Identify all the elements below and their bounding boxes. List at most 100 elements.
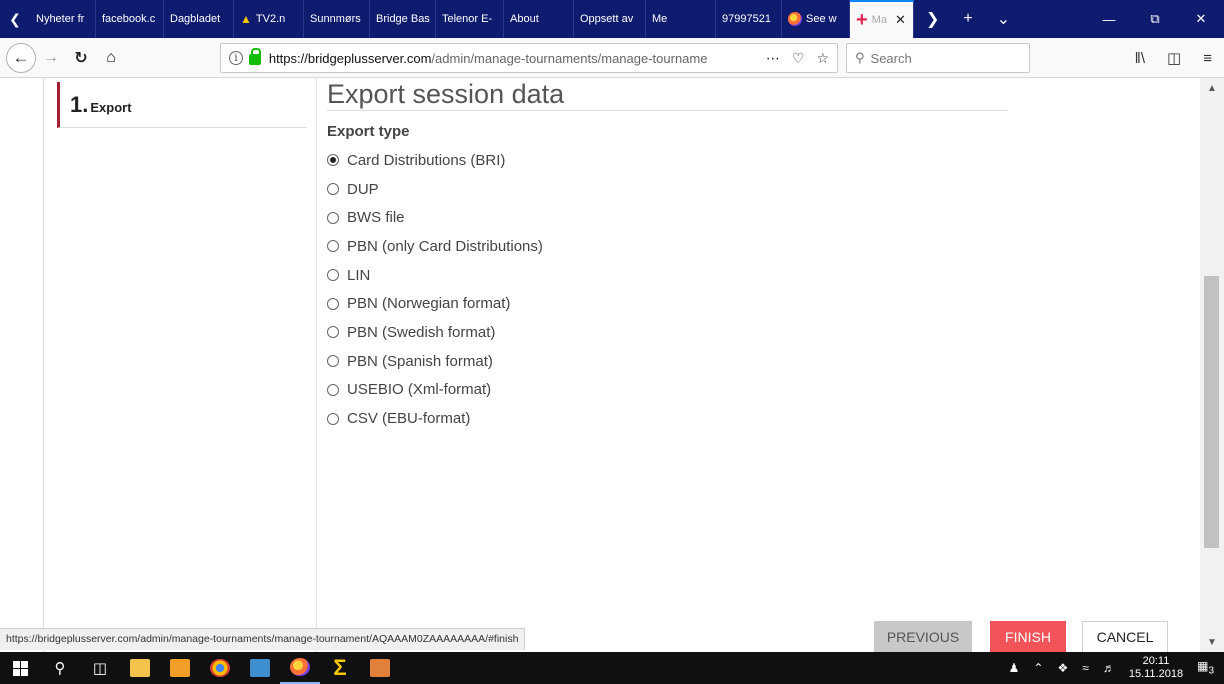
task-view-icon[interactable]: ◫ (80, 652, 120, 684)
new-tab-icon[interactable]: + (951, 10, 984, 28)
finish-button[interactable]: FINISH (990, 621, 1066, 652)
tab-telenor[interactable]: Telenor E- (436, 0, 504, 38)
home-icon[interactable]: ⌂ (96, 49, 126, 67)
tab-manage-active[interactable]: + Ma ✕ (850, 0, 914, 38)
back-arrow-icon[interactable]: ← (6, 42, 36, 73)
firefox-taskbar-icon[interactable] (280, 652, 320, 684)
reload-icon[interactable]: ↻ (66, 48, 96, 68)
tab-bridge-base[interactable]: Bridge Bas (370, 0, 436, 38)
library-icon[interactable]: ‖\ (1135, 50, 1145, 67)
tab-scroll-left-icon[interactable]: ❮ (0, 0, 30, 38)
option-bws-file[interactable]: BWS file (327, 203, 543, 232)
tab-me[interactable]: Me (646, 0, 716, 38)
forward-arrow-icon[interactable]: → (36, 49, 66, 67)
tab-about[interactable]: About (504, 0, 574, 38)
volume-icon[interactable]: ♬ (1103, 661, 1115, 675)
step-number: 1. (70, 91, 89, 117)
time: 20:11 (1142, 655, 1170, 667)
step-label: Export (90, 99, 132, 115)
date: 15.11.2018 (1128, 668, 1184, 680)
url-actions: ⋯ ♡ ☆ (766, 44, 829, 72)
option-card-distributions-bri[interactable]: Card Distributions (BRI) (327, 146, 543, 175)
bookmark-star-icon[interactable]: ☆ (816, 50, 829, 67)
option-dup[interactable]: DUP (327, 175, 543, 204)
step-nav-export[interactable]: 1. Export (57, 82, 307, 128)
wifi-icon[interactable]: ≈ (1082, 661, 1089, 675)
firefox-icon (788, 12, 802, 26)
close-window-icon[interactable]: ✕ (1178, 11, 1224, 27)
option-pbn-swedish[interactable]: PBN (Swedish format) (327, 318, 543, 347)
radio-icon[interactable] (327, 383, 339, 396)
search-icon[interactable]: ⚲ (40, 652, 80, 684)
page-content: 1. Export Export session data Export typ… (0, 78, 1200, 652)
tab-tools: ❯ + ⌄ (914, 0, 1022, 38)
start-button[interactable] (0, 652, 40, 684)
radio-icon[interactable] (327, 355, 339, 368)
info-icon[interactable]: i (229, 51, 243, 65)
tab-nyheter[interactable]: Nyheter fr (30, 0, 96, 38)
bridge-plus-icon: + (856, 9, 868, 31)
tab-oppsett[interactable]: Oppsett av (574, 0, 646, 38)
search-input[interactable]: ⚲ Search (846, 43, 1030, 73)
cancel-button[interactable]: CANCEL (1082, 621, 1168, 652)
file-explorer-icon[interactable] (120, 652, 160, 684)
clock[interactable]: 20:11 15.11.2018 (1129, 655, 1183, 681)
export-type-label: Export type (327, 123, 410, 140)
tab-dagbladet[interactable]: Dagbladet (164, 0, 234, 38)
navigation-bar: ← → ↻ ⌂ i https://bridgeplusserver.com/a… (0, 38, 1224, 78)
restore-icon[interactable]: ⧉ (1132, 11, 1178, 27)
radio-icon[interactable] (327, 240, 339, 253)
radio-icon[interactable] (327, 269, 339, 282)
search-icon: ⚲ (855, 50, 865, 65)
option-pbn-spanish[interactable]: PBN (Spanish format) (327, 347, 543, 376)
previous-button[interactable]: PREVIOUS (874, 621, 972, 652)
tab-see[interactable]: See w (782, 0, 850, 38)
option-usebio[interactable]: USEBIO (Xml-format) (327, 376, 543, 405)
outlook-icon[interactable] (160, 652, 200, 684)
system-tray: ♟ ⌃ ❖ ≈ ♬ 20:11 15.11.2018 ▦3 (1009, 655, 1224, 681)
column-divider (316, 78, 317, 652)
scroll-down-icon[interactable]: ▼ (1200, 632, 1224, 652)
chevron-down-icon[interactable]: ⌄ (985, 9, 1022, 29)
option-pbn-card-distributions[interactable]: PBN (only Card Distributions) (327, 232, 543, 261)
status-url: https://bridgeplusserver.com/admin/manag… (0, 628, 526, 650)
radio-checked-icon[interactable] (327, 154, 339, 167)
chrome-icon[interactable] (200, 652, 240, 684)
radio-icon[interactable] (327, 211, 339, 224)
menu-icon[interactable]: ≡ (1203, 50, 1212, 67)
tray-expand-icon[interactable]: ⌃ (1033, 661, 1043, 675)
close-tab-icon[interactable]: ✕ (895, 12, 906, 28)
notifications-icon[interactable]: ▦3 (1197, 659, 1214, 676)
minimize-icon[interactable]: — (1086, 12, 1132, 27)
option-csv-ebu[interactable]: CSV (EBU-format) (327, 404, 543, 433)
tab-phone-number[interactable]: 97997521 (716, 0, 782, 38)
page-actions-icon[interactable]: ⋯ (766, 50, 780, 67)
url-domain: https://bridgeplusserver.com (268, 50, 432, 66)
notification-count: 3 (1208, 665, 1214, 677)
app-window-icon[interactable] (240, 652, 280, 684)
window-controls: — ⧉ ✕ (1086, 0, 1224, 38)
page-title: Export session data (327, 78, 1007, 111)
radio-icon[interactable] (327, 183, 339, 196)
dropbox-icon[interactable]: ❖ (1057, 661, 1068, 675)
radio-icon[interactable] (327, 412, 339, 425)
radio-icon[interactable] (327, 297, 339, 310)
scroll-thumb[interactable] (1204, 276, 1219, 548)
bridge-app-icon[interactable] (360, 652, 400, 684)
radio-icon[interactable] (327, 326, 339, 339)
tab-sunnmors[interactable]: Sunnmørs (304, 0, 370, 38)
option-pbn-norwegian[interactable]: PBN (Norwegian format) (327, 289, 543, 318)
tab-facebook[interactable]: facebook.c (96, 0, 164, 38)
lock-icon (248, 48, 261, 65)
windows-icon (12, 660, 28, 676)
sigma-app-icon[interactable]: Σ (320, 652, 360, 684)
scroll-up-icon[interactable]: ▲ (1200, 78, 1224, 98)
tab-scroll-right-icon[interactable]: ❯ (914, 9, 951, 29)
pocket-icon[interactable]: ♡ (792, 50, 805, 67)
tab-tv2[interactable]: ▲ TV2.n (234, 0, 304, 38)
url-bar[interactable]: i https://bridgeplusserver.com/admin/man… (220, 43, 838, 73)
vertical-scrollbar[interactable]: ▲ ▼ (1200, 78, 1224, 652)
people-icon[interactable]: ♟ (1009, 661, 1020, 675)
option-lin[interactable]: LIN (327, 261, 543, 290)
sidebar-icon[interactable]: ◫ (1167, 49, 1181, 67)
